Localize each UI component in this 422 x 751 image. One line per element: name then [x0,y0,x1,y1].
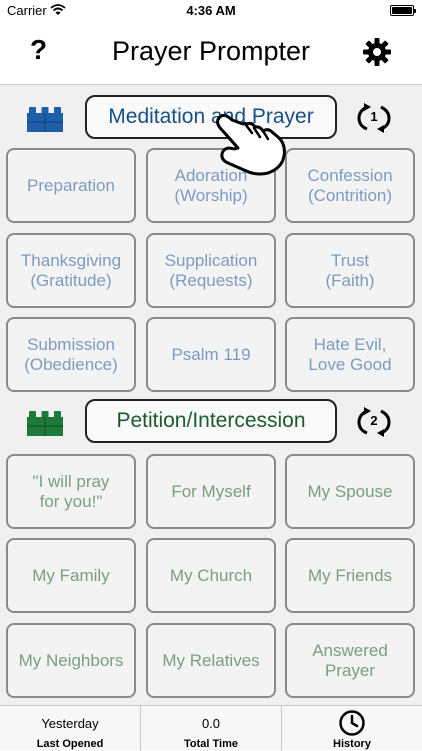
battery-icon [390,5,416,16]
building-blocks-icon[interactable] [26,407,64,437]
section-title-button[interactable]: Petition/Intercession [85,399,337,443]
section-header-petition: Petition/Intercession 2 [0,397,422,447]
cycle-button[interactable]: 1 [357,102,391,134]
prompt-tile[interactable]: Submission (Obedience) [6,317,136,392]
prompt-tile[interactable]: Psalm 119 [146,317,276,392]
last-opened-label: Last Opened [36,738,104,750]
prompt-tile[interactable]: Supplication (Requests) [146,233,276,308]
cycle-number: 1 [370,109,378,124]
prompt-tile[interactable]: Answered Prayer [285,623,415,698]
cycle-number: 2 [370,413,378,428]
status-bar: Carrier 4:36 AM [0,0,422,22]
total-time-label: Total Time [184,738,238,750]
last-opened-value: Yesterday [41,716,99,731]
prompt-tile[interactable]: My Family [6,538,136,613]
tab-history[interactable]: History [282,706,422,751]
prompt-tile[interactable]: My Church [146,538,276,613]
prompt-tile[interactable]: My Relatives [146,623,276,698]
prompt-tile[interactable]: Thanksgiving (Gratitude) [6,233,136,308]
status-time: 4:36 AM [186,3,236,18]
page-title: Prayer Prompter [111,36,311,66]
building-blocks-icon[interactable] [26,103,64,133]
tab-last-opened[interactable]: Yesterday Last Opened [0,706,140,751]
cycle-button[interactable]: 2 [357,406,391,438]
bottom-tab-bar: Yesterday Last Opened 0.0 Total Time His… [0,705,422,751]
prompt-tile[interactable]: My Spouse [285,454,415,529]
section-title: Petition/Intercession [116,409,306,432]
prompt-tile[interactable]: My Friends [285,538,415,613]
nav-bar: ? Prayer Prompter [0,22,422,85]
history-label: History [333,738,371,750]
gear-icon[interactable] [362,37,392,67]
prompt-tile[interactable]: My Neighbors [6,623,136,698]
prompt-tile[interactable]: For Myself [146,454,276,529]
tab-total-time[interactable]: 0.0 Total Time [141,706,281,751]
total-time-value: 0.0 [201,716,221,731]
prompt-tile[interactable]: Hate Evil, Love Good [285,317,415,392]
clock-icon [339,710,365,736]
hand-pointer-icon [216,113,286,176]
prompt-tile[interactable]: Preparation [6,148,136,223]
prompt-tile[interactable]: Trust (Faith) [285,233,415,308]
prompt-tile[interactable]: Confession (Contrition) [285,148,415,223]
prompt-tile[interactable]: "I will pray for you!" [6,454,136,529]
